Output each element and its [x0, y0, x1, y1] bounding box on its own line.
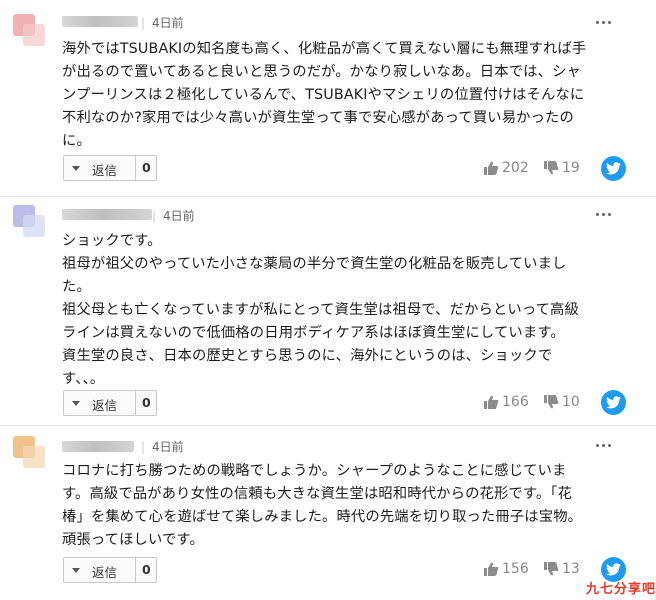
more-options-icon[interactable] [596, 213, 612, 219]
comment-date: | 4日前 [152, 209, 195, 223]
avatar[interactable] [9, 432, 49, 472]
comment-body: ショックです。 祖母が祖父のやっていた小さな薬局の半分で資生堂の化粧品を販売して… [62, 233, 579, 387]
reply-label: 返信 [92, 398, 118, 413]
twitter-bird-icon [606, 162, 621, 175]
reply-label: 返信 [92, 163, 118, 178]
chevron-down-icon [72, 568, 80, 573]
avatar[interactable] [9, 201, 49, 241]
username-blurred[interactable] [62, 441, 134, 452]
comment-3: | 4日前 コロナに打ち勝つための戦略でしょうか。シャープのようなことに感じていま… [0, 426, 656, 600]
comment-body: コロナに打ち勝つための戦略でしょうか。シャープのようなことに感じていま す。高級… [62, 463, 583, 548]
comment-date: | 4日前 [141, 16, 184, 30]
twitter-share-button[interactable] [601, 156, 626, 181]
comment-body: 海外ではTSUBAKIの知名度も高く、化粧品が高くて買えない層にも無理すれば手 … [62, 41, 587, 149]
reply-button[interactable]: 返信 0 [63, 557, 157, 583]
site-watermark: 九七分享吧 [586, 582, 656, 597]
thumbs-down-icon [544, 161, 559, 175]
comment-1: | 4日前 海外ではTSUBAKIの知名度も高く、化粧品が高くて買えない層にも無理… [0, 0, 656, 195]
avatar[interactable] [9, 10, 49, 50]
username-blurred[interactable] [62, 209, 152, 220]
thumbs-down-icon [544, 395, 559, 409]
thumbs-down-icon [544, 562, 559, 576]
chevron-down-icon [72, 401, 80, 406]
thumbs-up-icon [484, 161, 499, 175]
reply-button[interactable]: 返信 0 [63, 390, 157, 416]
thumbs-up-icon [484, 395, 499, 409]
reply-count: 0 [142, 395, 151, 410]
chevron-down-icon [72, 166, 80, 171]
reply-button[interactable]: 返信 0 [63, 155, 157, 181]
twitter-bird-icon [606, 396, 621, 409]
more-options-icon[interactable] [596, 21, 612, 27]
twitter-share-button[interactable] [601, 390, 626, 415]
comment-date: | 4日前 [141, 440, 184, 454]
more-options-icon[interactable] [596, 444, 612, 450]
thumbs-up-icon [484, 562, 499, 576]
reply-count: 0 [142, 562, 151, 577]
username-blurred[interactable] [62, 16, 138, 27]
twitter-bird-icon [606, 563, 621, 576]
comment-2: | 4日前 ショックです。 祖母が祖父のやっていた小さな薬局の半分で資生堂の化粧品… [0, 197, 656, 424]
reply-count: 0 [142, 160, 151, 175]
reply-label: 返信 [92, 565, 118, 580]
